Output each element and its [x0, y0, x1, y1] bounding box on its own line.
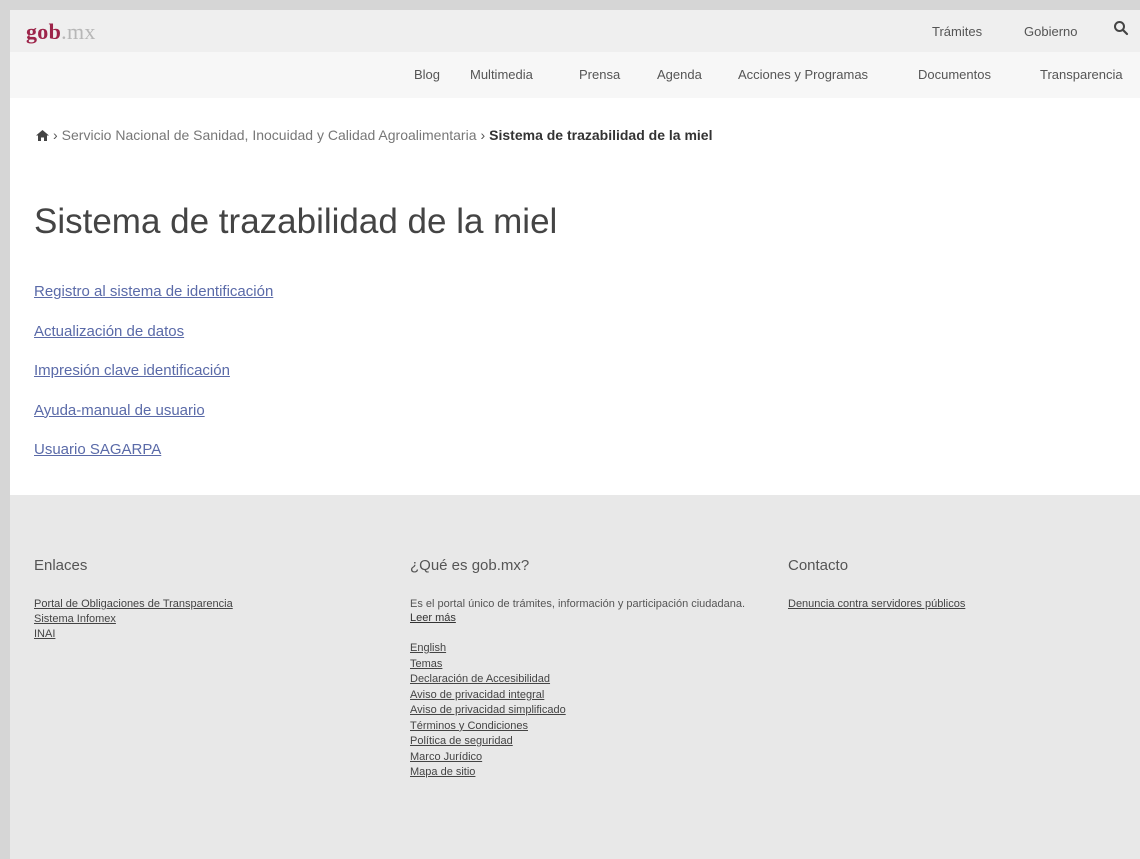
footer-link-accesibilidad[interactable]: Declaración de Accesibilidad	[410, 672, 566, 686]
link-ayuda-manual[interactable]: Ayuda-manual de usuario	[34, 401, 273, 441]
nav-gobierno[interactable]: Gobierno	[1024, 24, 1077, 39]
footer-contacto-links: Denuncia contra servidores públicos	[788, 597, 965, 612]
footer-link-privacidad-simplificado[interactable]: Aviso de privacidad simplificado	[410, 703, 566, 717]
home-icon[interactable]	[36, 128, 49, 144]
footer-link-seguridad[interactable]: Política de seguridad	[410, 734, 566, 748]
link-actualizacion[interactable]: Actualización de datos	[34, 322, 273, 362]
footer-link-privacidad-integral[interactable]: Aviso de privacidad integral	[410, 688, 566, 702]
nav-acciones-programas[interactable]: Acciones y Programas	[738, 67, 868, 82]
top-bar: gob.mx Trámites Gobierno	[10, 10, 1140, 52]
footer-about-links: English Temas Declaración de Accesibilid…	[410, 641, 566, 781]
logo-part-mx: .mx	[61, 19, 96, 44]
search-icon[interactable]	[1113, 20, 1129, 36]
footer-heading-enlaces: Enlaces	[34, 557, 88, 574]
footer-enlaces-links: Portal de Obligaciones de Transparencia …	[34, 597, 233, 642]
link-list: Registro al sistema de identificación Ac…	[34, 282, 273, 480]
logo-part-gob: gob	[26, 19, 62, 44]
nav-transparencia[interactable]: Transparencia	[1040, 67, 1123, 82]
nav-prensa[interactable]: Prensa	[579, 67, 620, 82]
footer-link-infomex[interactable]: Sistema Infomex	[34, 612, 233, 626]
footer: Enlaces Portal de Obligaciones de Transp…	[10, 495, 1140, 859]
breadcrumb-current: Sistema de trazabilidad de la miel	[489, 127, 713, 143]
breadcrumb-separator: ›	[53, 127, 58, 143]
breadcrumb-parent-link[interactable]: Servicio Nacional de Sanidad, Inocuidad …	[62, 127, 477, 143]
footer-read-more-link[interactable]: Leer más	[410, 612, 456, 624]
footer-link-denuncia[interactable]: Denuncia contra servidores públicos	[788, 597, 965, 611]
nav-multimedia[interactable]: Multimedia	[470, 67, 533, 82]
footer-link-terminos[interactable]: Términos y Condiciones	[410, 719, 566, 733]
footer-heading-contacto: Contacto	[788, 557, 849, 574]
breadcrumb: › Servicio Nacional de Sanidad, Inocuidad…	[36, 127, 712, 144]
secondary-nav: Blog Multimedia Prensa Agenda Acciones y…	[10, 52, 1140, 98]
footer-link-temas[interactable]: Temas	[410, 657, 566, 671]
footer-about-description: Es el portal único de trámites, informac…	[410, 598, 746, 610]
footer-link-transparencia-portal[interactable]: Portal de Obligaciones de Transparencia	[34, 597, 233, 611]
page-title: Sistema de trazabilidad de la miel	[34, 202, 558, 241]
link-impresion[interactable]: Impresión clave identificación	[34, 361, 273, 401]
footer-link-mapa-sitio[interactable]: Mapa de sitio	[410, 765, 566, 779]
gobmx-logo[interactable]: gob.mx	[26, 19, 96, 45]
footer-about-text: Es el portal único de trámites, informac…	[410, 597, 770, 625]
footer-heading-about: ¿Qué es gob.mx?	[410, 557, 530, 574]
link-usuario-sagarpa[interactable]: Usuario SAGARPA	[34, 440, 273, 480]
nav-blog[interactable]: Blog	[414, 67, 440, 82]
breadcrumb-separator: ›	[480, 127, 486, 143]
footer-link-inai[interactable]: INAI	[34, 627, 233, 641]
nav-agenda[interactable]: Agenda	[657, 67, 702, 82]
link-registro[interactable]: Registro al sistema de identificación	[34, 282, 273, 322]
page: gob.mx Trámites Gobierno Blog Multimedia…	[10, 10, 1140, 859]
footer-link-english[interactable]: English	[410, 641, 566, 655]
footer-link-marco-juridico[interactable]: Marco Jurídico	[410, 750, 566, 764]
nav-tramites[interactable]: Trámites	[932, 24, 982, 39]
nav-documentos[interactable]: Documentos	[918, 67, 991, 82]
